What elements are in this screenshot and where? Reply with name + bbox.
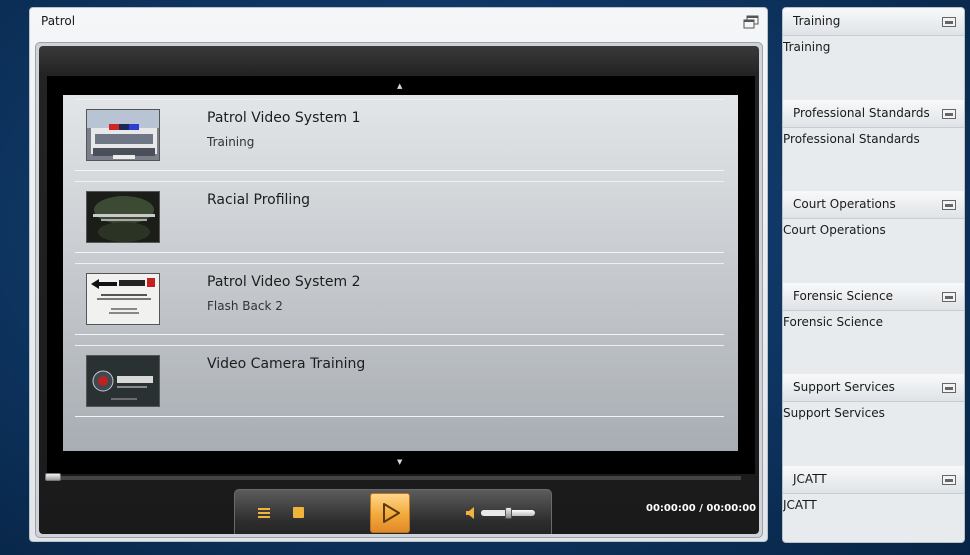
category-header[interactable]: Support Services: [783, 374, 964, 402]
playlist-item[interactable]: Racial Profiling: [75, 181, 724, 253]
category-link[interactable]: JCATT: [783, 498, 817, 512]
playlist-item-title: Patrol Video System 2: [207, 274, 361, 290]
category-title: Training: [793, 14, 841, 28]
minimize-icon[interactable]: [942, 292, 956, 302]
seek-handle[interactable]: [45, 473, 61, 481]
playlist-item[interactable]: Video Camera Training: [75, 345, 724, 417]
jcatt-thumbnail: [86, 355, 160, 407]
category-header[interactable]: Professional Standards: [783, 100, 964, 128]
volume-slider[interactable]: [481, 507, 535, 519]
category-link[interactable]: Support Services: [783, 406, 885, 420]
video-player: ▲ Patrol Video System 1 Training Racial …: [39, 46, 759, 534]
playlist-item-subtitle: Training: [207, 135, 255, 149]
category-title: Court Operations: [793, 197, 896, 211]
volume-icon[interactable]: [466, 507, 476, 519]
category-title: JCATT: [793, 472, 827, 486]
minimize-icon[interactable]: [942, 109, 956, 119]
seek-bar[interactable]: [51, 476, 741, 480]
category-title: Support Services: [793, 380, 895, 394]
playlist-item[interactable]: Patrol Video System 2 Flash Back 2: [75, 263, 724, 335]
volume-level: [481, 510, 508, 516]
main-panel: Patrol ▲ Patrol Video System 1 Training …: [29, 7, 768, 542]
restore-window-icon[interactable]: [743, 15, 759, 29]
category-title: Forensic Science: [793, 289, 893, 303]
panel-title: Patrol: [41, 14, 76, 28]
playlist-item[interactable]: Patrol Video System 1 Training: [75, 99, 724, 171]
playlist-item-title: Patrol Video System 1: [207, 110, 361, 126]
playlist-item-title: Racial Profiling: [207, 192, 311, 208]
category-header[interactable]: Training: [783, 8, 964, 36]
stop-button[interactable]: [293, 507, 304, 518]
police-car-thumbnail: [86, 109, 160, 161]
playlist: Patrol Video System 1 Training Racial Pr…: [63, 95, 738, 451]
playlist-item-title: Video Camera Training: [207, 356, 366, 372]
minimize-icon[interactable]: [942, 475, 956, 485]
playlist-item-subtitle: Flash Back 2: [207, 299, 283, 313]
minimize-icon[interactable]: [942, 200, 956, 210]
category-link[interactable]: Court Operations: [783, 223, 886, 237]
category-link[interactable]: Training: [783, 40, 830, 54]
minimize-icon[interactable]: [942, 17, 956, 27]
category-sidebar: Training Training Professional Standards…: [782, 7, 965, 543]
volume-handle[interactable]: [505, 507, 512, 519]
minimize-icon[interactable]: [942, 383, 956, 393]
scroll-down-arrow-icon[interactable]: ▼: [397, 458, 402, 466]
scroll-up-arrow-icon[interactable]: ▲: [397, 82, 402, 90]
racial-profiling-thumbnail: [86, 191, 160, 243]
category-header[interactable]: JCATT: [783, 466, 964, 494]
category-link[interactable]: Forensic Science: [783, 315, 883, 329]
video-display[interactable]: ▲ Patrol Video System 1 Training Racial …: [47, 76, 755, 474]
category-header[interactable]: Forensic Science: [783, 283, 964, 311]
time-display: 00:00:00 / 00:00:00: [646, 503, 757, 514]
play-icon: [383, 503, 400, 523]
category-link[interactable]: Professional Standards: [783, 132, 920, 146]
player-controls: [234, 489, 552, 534]
video-player-frame: ▲ Patrol Video System 1 Training Racial …: [35, 42, 763, 538]
category-header[interactable]: Court Operations: [783, 191, 964, 219]
category-title: Professional Standards: [793, 106, 930, 120]
playlist-menu-icon[interactable]: [257, 506, 271, 520]
flashback2-thumbnail: [86, 273, 160, 325]
play-button[interactable]: [370, 493, 410, 533]
